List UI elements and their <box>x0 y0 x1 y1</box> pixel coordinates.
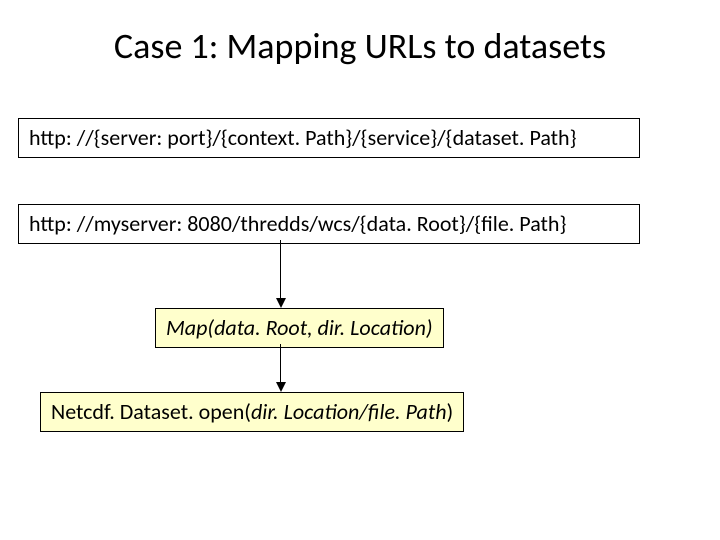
slide: Case 1: Mapping URLs to datasets http: /… <box>0 0 720 540</box>
url-example-box: http: //myserver: 8080/thredds/wcs/{data… <box>18 204 640 244</box>
arrow-2-head <box>276 382 286 392</box>
open-call-box: Netcdf. Dataset. open(dir. Location/file… <box>40 392 464 432</box>
arrow-1-head <box>276 298 286 308</box>
url-template-box: http: //{server: port}/{context. Path}/{… <box>18 118 640 158</box>
arrow-1-line <box>280 240 281 300</box>
arrow-2-line <box>280 344 281 384</box>
slide-title: Case 1: Mapping URLs to datasets <box>0 24 720 68</box>
open-call-text: Netcdf. Dataset. open(dir. Location/file… <box>51 398 453 425</box>
map-box: Map(data. Root, dir. Location) <box>155 308 444 348</box>
